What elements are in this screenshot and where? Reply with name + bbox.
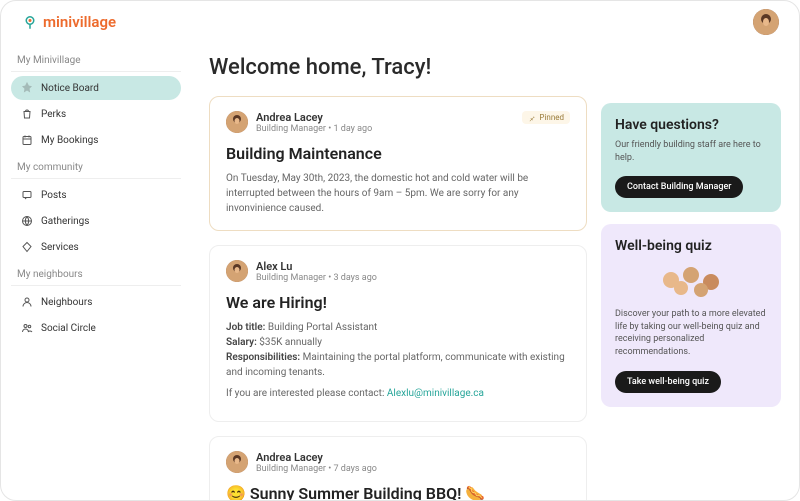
notice-card: Andrea LaceyBuilding Manager • 7 days ag…	[209, 436, 587, 500]
logo[interactable]: minivillage	[21, 13, 116, 31]
people-icon	[21, 322, 33, 334]
take-quiz-button[interactable]: Take well-being quiz	[615, 371, 721, 393]
nav-bookings[interactable]: My Bookings	[11, 128, 181, 152]
sidebar-section-title: My Minivillage	[11, 47, 181, 72]
sidebar: My Minivillage Notice Board Perks My Bookin…	[1, 43, 191, 500]
notice-card: Alex LuBuilding Manager • 3 days ago We a…	[209, 245, 587, 422]
post-title: 😊 Sunny Summer Building BBQ! 🌭	[226, 484, 570, 500]
sidebar-section-title: My community	[11, 154, 181, 179]
post-body: Job title: Building Portal AssistantSala…	[226, 320, 570, 401]
contact-manager-button[interactable]: Contact Building Manager	[615, 176, 743, 198]
author-meta: Building Manager • 7 days ago	[256, 464, 377, 474]
author-avatar	[226, 260, 248, 282]
user-avatar[interactable]	[753, 9, 779, 35]
nav-label: My Bookings	[41, 135, 98, 146]
nav-posts[interactable]: Posts	[11, 183, 181, 207]
pin-icon	[21, 82, 33, 94]
page-title: Welcome home, Tracy!	[209, 43, 587, 96]
quiz-illustration	[615, 260, 767, 300]
chat-icon	[21, 189, 33, 201]
logo-text: minivillage	[43, 13, 116, 31]
pushpin-icon	[528, 114, 536, 122]
nav-label: Notice Board	[41, 83, 99, 94]
author-meta: Building Manager • 1 day ago	[256, 124, 372, 134]
nav-label: Services	[41, 242, 79, 253]
nav-gatherings[interactable]: Gatherings	[11, 209, 181, 233]
post-body: On Tuesday, May 30th, 2023, the domestic…	[226, 171, 570, 216]
nav-perks[interactable]: Perks	[11, 102, 181, 126]
quiz-title: Well-being quiz	[615, 238, 767, 254]
bag-icon	[21, 108, 33, 120]
nav-social[interactable]: Social Circle	[11, 316, 181, 340]
author-name: Andrea Lacey	[256, 111, 372, 124]
nav-label: Gatherings	[41, 216, 89, 227]
header: minivillage	[1, 1, 799, 43]
author-name: Andrea Lacey	[256, 451, 377, 464]
help-title: Have questions?	[615, 117, 767, 133]
sidebar-section-title: My neighbours	[11, 261, 181, 286]
nav-label: Perks	[41, 109, 66, 120]
author-name: Alex Lu	[256, 260, 377, 273]
author-avatar	[226, 451, 248, 473]
pinned-badge: Pinned	[522, 111, 570, 124]
quiz-text: Discover your path to a more elevated li…	[615, 308, 767, 358]
globe-icon	[21, 215, 33, 227]
nav-label: Posts	[41, 190, 67, 201]
author-avatar	[226, 111, 248, 133]
nav-neighbours[interactable]: Neighbours	[11, 290, 181, 314]
logo-icon	[21, 13, 39, 31]
notice-card: Andrea LaceyBuilding Manager • 1 day ago…	[209, 96, 587, 231]
nav-label: Social Circle	[41, 323, 96, 334]
person-icon	[21, 296, 33, 308]
nav-label: Neighbours	[41, 297, 92, 308]
help-text: Our friendly building staff are here to …	[615, 139, 767, 164]
help-card: Have questions? Our friendly building st…	[601, 103, 781, 212]
nav-services[interactable]: Services	[11, 235, 181, 259]
diamond-icon	[21, 241, 33, 253]
author-meta: Building Manager • 3 days ago	[256, 273, 377, 283]
nav-notice-board[interactable]: Notice Board	[11, 76, 181, 100]
post-title: We are Hiring!	[226, 293, 570, 312]
post-title: Building Maintenance	[226, 144, 570, 163]
calendar-icon	[21, 134, 33, 146]
quiz-card: Well-being quiz Discover your path to a …	[601, 224, 781, 406]
